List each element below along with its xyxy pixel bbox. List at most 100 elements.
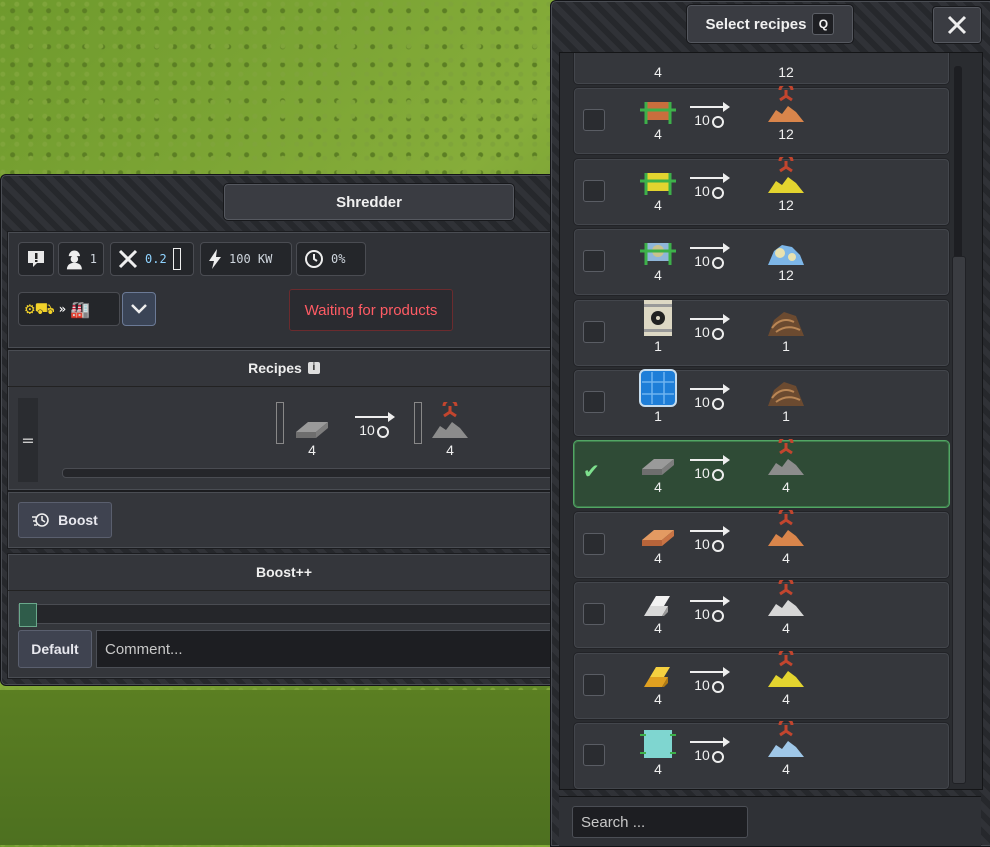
clock-icon xyxy=(711,398,724,411)
recipe-row[interactable]: 4 10 12 xyxy=(573,86,950,155)
arrow-icon xyxy=(355,412,395,422)
yellow-ore-crate-icon xyxy=(638,163,678,197)
recipe-input-slot: 1 xyxy=(636,369,680,424)
recipe-checkbox[interactable] xyxy=(583,250,605,273)
clock-icon xyxy=(711,469,724,481)
chevron-down-icon xyxy=(131,304,147,314)
recipe-arrow: 10 xyxy=(689,735,730,764)
recipe-row[interactable]: 4 10 4 xyxy=(573,580,950,650)
recipe-input-qty: 4 xyxy=(308,442,316,458)
recipe-output-qty: 4 xyxy=(782,761,790,778)
recipe-input-qty: 4 xyxy=(654,549,662,566)
steel-plate-icon xyxy=(296,422,328,438)
recipe-input-qty: 1 xyxy=(654,337,662,354)
recipe-arrow: 10 xyxy=(689,312,730,340)
grey-shredded-pile-icon xyxy=(432,402,468,438)
arrow-icon xyxy=(690,596,730,607)
maintenance-indicator[interactable]: 0.2 xyxy=(110,242,194,276)
recipe-checkbox[interactable] xyxy=(583,391,605,414)
boostpp-slider-handle[interactable] xyxy=(19,603,37,627)
search-input[interactable] xyxy=(572,806,748,838)
mixed-crate-icon xyxy=(638,233,678,267)
arrow-icon xyxy=(690,243,730,254)
partial-input-qty: 4 xyxy=(654,64,662,80)
recipe-input-slot: 4 xyxy=(636,516,680,566)
recipe-row[interactable]: ✔ 4 10 4 xyxy=(573,439,950,508)
recipe-duration: 10 xyxy=(694,253,710,270)
recipe-row[interactable]: 4 10 4 xyxy=(573,509,950,579)
yellow-shredded-pile-icon xyxy=(766,650,806,691)
recipe-checkbox[interactable] xyxy=(583,603,605,626)
recipe-output: 4 xyxy=(428,402,472,458)
gold-ingot-icon xyxy=(638,657,678,691)
truck-gear-icon: ⚙⛟ xyxy=(25,298,55,318)
recipes-section: Recipes i = 4 10 4 xyxy=(7,349,561,491)
boost-button[interactable]: Boost xyxy=(18,502,112,538)
recipe-duration: 10 xyxy=(694,394,710,411)
arrow-icon xyxy=(690,525,730,536)
recipe-checkbox[interactable] xyxy=(583,109,605,131)
partial-output-qty: 12 xyxy=(778,64,794,80)
recipe-row[interactable]: 1 10 1 xyxy=(573,369,950,438)
info-small-icon[interactable]: i xyxy=(307,362,320,374)
info-button[interactable] xyxy=(18,242,54,276)
recipe-arrow: 10 xyxy=(689,100,730,128)
recipe-output-qty: 4 xyxy=(446,442,454,458)
recipe-row[interactable]: 1 10 1 xyxy=(573,298,950,367)
default-button[interactable]: Default xyxy=(18,630,92,668)
recipe-duration: 10 xyxy=(694,747,710,764)
workers-indicator[interactable]: 1 xyxy=(58,242,104,276)
recipe-duration: 10 xyxy=(359,422,375,438)
recipe-row[interactable]: 4 10 4 xyxy=(573,721,950,789)
recipe-duration: 10 xyxy=(694,676,710,693)
recipe-input-slot: 4 xyxy=(636,445,680,495)
recipes-title: Recipes i xyxy=(8,350,560,387)
status-section: 1 0.2 100 KW 0% ⚙⛟ » 🏭 xyxy=(7,231,561,349)
recipe-checkbox[interactable] xyxy=(583,532,605,555)
checkmark-icon[interactable]: ✔ xyxy=(583,459,600,483)
maintenance-bar-icon xyxy=(172,248,181,270)
hotkey-badge: Q xyxy=(812,13,835,35)
boostpp-slider[interactable] xyxy=(18,603,560,627)
recipe-duration: 10 xyxy=(694,535,710,552)
recipe-checkbox[interactable] xyxy=(583,179,605,202)
power-indicator[interactable]: 100 KW xyxy=(200,242,292,276)
light-blue-shredded-pile-icon xyxy=(766,721,806,761)
recipe-output-qty: 4 xyxy=(782,620,790,637)
recipe-input-qty: 4 xyxy=(654,761,662,778)
recipe-output-slot: 12 xyxy=(764,86,808,142)
io-mode-toggle[interactable]: ⚙⛟ » 🏭 xyxy=(18,292,120,326)
recipe-checkbox[interactable] xyxy=(583,320,605,343)
recipe-output-qty: 12 xyxy=(778,126,794,142)
recipe-input-slot: 1 xyxy=(636,299,680,354)
glass-block-icon xyxy=(638,727,678,761)
recipe-checkbox[interactable] xyxy=(583,673,605,696)
utilization-indicator[interactable]: 0% xyxy=(296,242,366,276)
recipe-row-partial[interactable]: 4 12 xyxy=(573,53,950,85)
io-mode-dropdown[interactable] xyxy=(122,292,156,326)
recipe-arrow: 10 xyxy=(689,241,730,270)
recipes-scrollbar[interactable] xyxy=(62,468,561,478)
copper-plate-icon xyxy=(638,516,678,550)
recipe-checkbox[interactable] xyxy=(583,744,605,767)
recipe-input-qty: 4 xyxy=(654,196,662,213)
recipe-duration: 10 xyxy=(694,112,710,128)
factory-icon: 🏭 xyxy=(70,299,90,319)
recipe-row[interactable]: 4 10 12 xyxy=(573,156,950,226)
recipe-output-slot: 4 xyxy=(764,650,808,707)
comment-input[interactable] xyxy=(96,630,556,668)
recipe-arrow: 10 xyxy=(354,410,395,438)
recipe-selector-title: Select recipes Q xyxy=(686,4,854,44)
recipe-output-slot: 4 xyxy=(764,509,808,566)
recipe-row[interactable]: 4 10 4 xyxy=(573,650,950,720)
recipe-arrow: 10 xyxy=(689,171,730,199)
recipe-input-qty: 4 xyxy=(654,126,662,142)
close-button[interactable] xyxy=(932,6,982,44)
recipe-selector-title-text: Select recipes xyxy=(705,15,807,33)
drag-handle[interactable]: = xyxy=(18,398,38,482)
recipe-list-scrollbar[interactable] xyxy=(952,256,966,784)
arrow-icon xyxy=(690,737,730,748)
recipe-input-qty: 4 xyxy=(654,267,662,284)
recipe-row[interactable]: 4 10 12 xyxy=(573,228,950,297)
arrow-icon xyxy=(690,666,730,677)
